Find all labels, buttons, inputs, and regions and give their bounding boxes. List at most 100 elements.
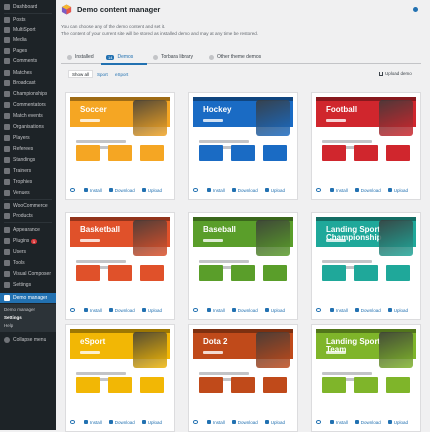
download-button[interactable]: Download (354, 308, 381, 313)
gear-icon (330, 308, 334, 312)
install-button[interactable]: Install (207, 188, 225, 193)
sidebar-item-standings[interactable]: Standings (0, 156, 56, 164)
sidebar-item-organisations[interactable]: Organisations (0, 123, 56, 131)
upload-demo-button[interactable]: Upload demo (379, 71, 412, 76)
thumbnail-text-line (322, 260, 372, 263)
download-button[interactable]: Download (231, 308, 258, 313)
demo-thumbnail[interactable]: Landing Sport Team (316, 329, 416, 409)
sidebar-item-match-events[interactable]: Match events (0, 112, 56, 120)
install-button[interactable]: Install (330, 188, 348, 193)
preview-eye-icon[interactable] (193, 188, 198, 192)
tab-torbara-library[interactable]: Torbara library (153, 50, 193, 64)
sidebar-item-commentators[interactable]: Commentators (0, 101, 56, 109)
install-button[interactable]: Install (207, 308, 225, 313)
collapse-menu-button[interactable]: Collapse menu (0, 336, 56, 344)
download-button[interactable]: Download (108, 308, 135, 313)
demo-thumbnail[interactable]: Soccer (70, 97, 170, 177)
help-icon[interactable] (413, 7, 418, 12)
preview-eye-icon[interactable] (70, 188, 75, 192)
thumbnail-block (386, 145, 410, 161)
upload-button[interactable]: Upload (264, 308, 285, 313)
tab-other-theme-demos[interactable]: Other theme demos (209, 50, 261, 64)
preview-eye-icon[interactable] (316, 420, 321, 424)
filter-show-all[interactable]: Show all (68, 70, 94, 78)
install-button[interactable]: Install (330, 308, 348, 313)
install-button[interactable]: Install (84, 188, 102, 193)
demo-thumbnail[interactable]: Baseball (193, 217, 293, 297)
thumbnail-block (263, 377, 287, 393)
upload-file-icon (141, 420, 146, 424)
sidebar-item-trophies[interactable]: Trophies (0, 178, 56, 186)
upload-button[interactable]: Upload (264, 420, 285, 425)
preview-eye-icon[interactable] (70, 308, 75, 312)
sidebar-item-multisport[interactable]: MultiSport (0, 26, 56, 34)
sidebar-item-settings[interactable]: Settings (0, 281, 56, 289)
download-button[interactable]: Download (231, 188, 258, 193)
install-button[interactable]: Install (84, 420, 102, 425)
sidebar-item-demo-manager[interactable]: Demo manager (0, 293, 56, 303)
demo-thumbnail[interactable]: Dota 2 (193, 329, 293, 409)
filter-sport[interactable]: Sport (95, 70, 110, 78)
submenu-settings[interactable]: Settings (4, 315, 22, 320)
demo-thumbnail[interactable]: Landing Sport Championship (316, 217, 416, 297)
sidebar-item-posts[interactable]: Posts (0, 16, 56, 24)
download-button[interactable]: Download (354, 188, 381, 193)
sidebar-item-users[interactable]: Users (0, 248, 56, 256)
sidebar-item-products[interactable]: Products (0, 212, 56, 220)
thumbnail-block (231, 145, 255, 161)
install-button[interactable]: Install (84, 308, 102, 313)
sidebar-item-media[interactable]: Media (0, 36, 56, 44)
sidebar-item-appearance[interactable]: Appearance (0, 226, 56, 234)
download-button[interactable]: Download (108, 188, 135, 193)
tab-installed[interactable]: Installed (67, 50, 94, 64)
sidebar-item-matches[interactable]: Matches (0, 69, 56, 77)
install-button[interactable]: Install (330, 420, 348, 425)
sidebar-item-championships[interactable]: Championships (0, 90, 56, 98)
upload-button[interactable]: Upload (141, 308, 162, 313)
sidebar-divider (4, 13, 52, 14)
sidebar-item-trainers[interactable]: Trainers (0, 167, 56, 175)
preview-eye-icon[interactable] (193, 308, 198, 312)
sidebar-item-pages[interactable]: Pages (0, 47, 56, 55)
download-button[interactable]: Download (231, 420, 258, 425)
demo-thumbnail[interactable]: Basketball (70, 217, 170, 297)
upload-button[interactable]: Upload (387, 188, 408, 193)
upload-button[interactable]: Upload (141, 188, 162, 193)
plugins-update-badge: 1 (31, 238, 37, 244)
upload-button[interactable]: Upload (264, 188, 285, 193)
preview-eye-icon[interactable] (316, 188, 321, 192)
demo-thumbnail[interactable]: Hockey (193, 97, 293, 177)
sidebar-item-referees[interactable]: Referees (0, 145, 56, 153)
thumbnail-block (108, 377, 132, 393)
upload-button[interactable]: Upload (141, 419, 163, 425)
sidebar-item-players[interactable]: Players (0, 134, 56, 142)
upload-button[interactable]: Upload (387, 308, 408, 313)
upload-button[interactable]: Upload (387, 420, 408, 425)
sidebar-item-plugins[interactable]: Plugins 1 (0, 237, 56, 245)
sidebar-item-comments[interactable]: Comments (0, 57, 56, 65)
championship-icon (4, 91, 10, 97)
preview-eye-icon[interactable] (70, 420, 75, 424)
submenu-help[interactable]: Help (4, 323, 13, 328)
appearance-icon (4, 227, 10, 233)
upload-label: Upload (147, 419, 163, 425)
demos-count-badge: 14 (106, 54, 115, 60)
thumbnail-block (322, 145, 346, 161)
sidebar-item-dashboard[interactable]: Dashboard (0, 3, 56, 11)
demo-thumbnail[interactable]: eSport (70, 329, 170, 409)
tab-demos[interactable]: 14 Demos (106, 50, 133, 64)
install-button[interactable]: Install (207, 420, 225, 425)
upload-file-icon (141, 188, 146, 192)
preview-eye-icon[interactable] (193, 420, 198, 424)
sidebar-item-woocommerce[interactable]: WooCommerce (0, 202, 56, 210)
demo-thumbnail[interactable]: Football (316, 97, 416, 177)
preview-eye-icon[interactable] (316, 308, 321, 312)
sidebar-item-venues[interactable]: Venues (0, 189, 56, 197)
sidebar-item-broadcast[interactable]: Broadcast (0, 79, 56, 87)
sidebar-item-tools[interactable]: Tools (0, 259, 56, 267)
download-button[interactable]: Download (108, 420, 135, 425)
filter-esport[interactable]: eSport (113, 70, 130, 78)
sidebar-item-visual-composer[interactable]: Visual Composer (0, 270, 56, 278)
submenu-demo-manager[interactable]: Demo manager (4, 307, 35, 312)
download-button[interactable]: Download (354, 420, 381, 425)
